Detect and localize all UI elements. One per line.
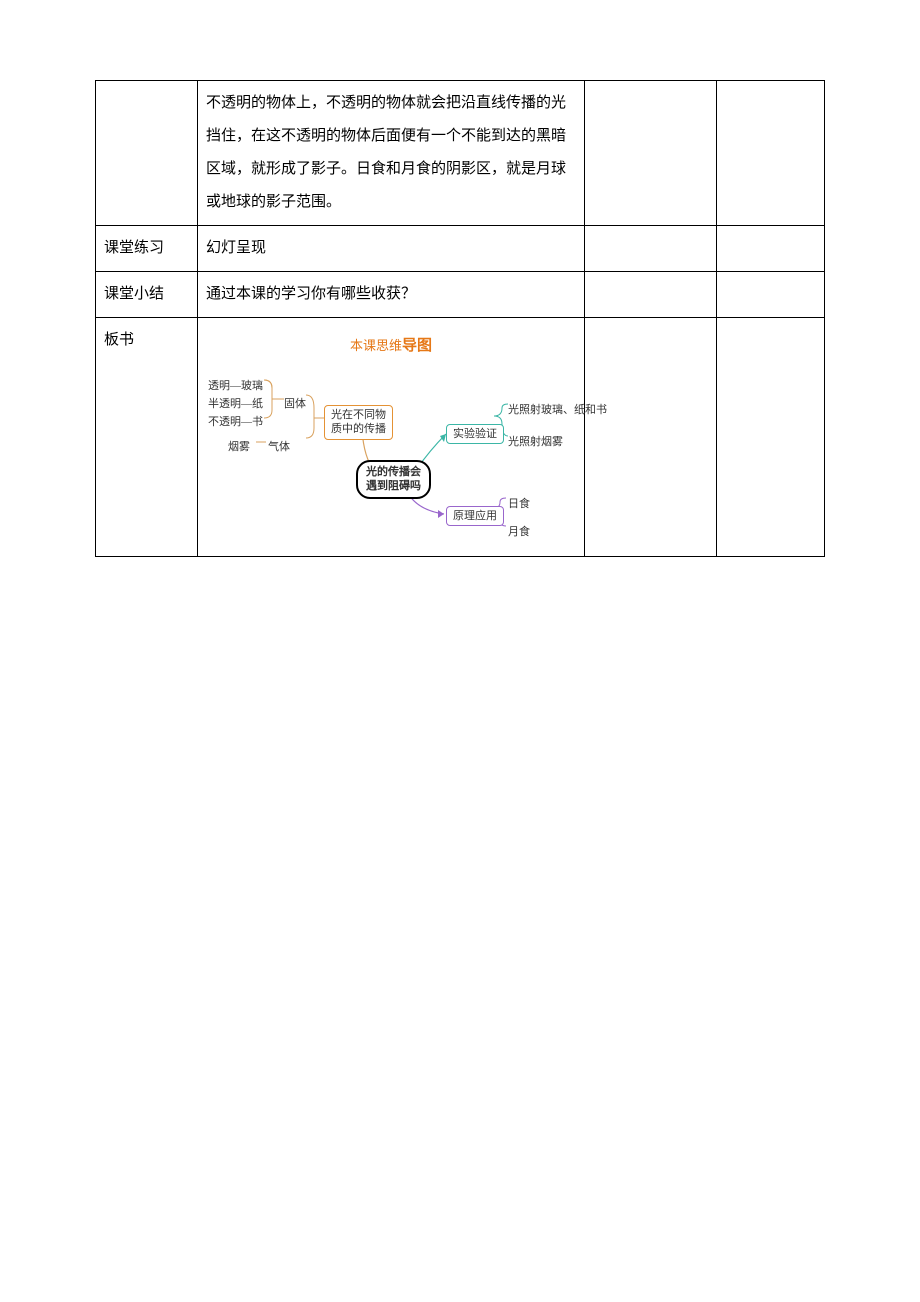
row-label: 课堂小结: [104, 286, 164, 302]
left-group-gas: 气体: [268, 435, 290, 459]
empty-cell: [717, 272, 825, 318]
row-content: 幻灯呈现: [206, 240, 266, 256]
row-content: 通过本课的学习你有哪些收获？: [206, 286, 416, 302]
title-bold: 导图: [402, 338, 432, 354]
row-content-cell: 通过本课的学习你有哪些收获？: [198, 272, 585, 318]
row-label: 板书: [104, 332, 134, 348]
mindmap-title: 本课思维导图: [206, 330, 576, 363]
empty-cell: [717, 226, 825, 272]
document-page: 不透明的物体上，不透明的物体就会把沿直线传播的光挡住，在这不透明的物体后面便有一…: [0, 0, 920, 597]
empty-cell: [717, 318, 825, 557]
table-row: 板书 本课思维导图: [96, 318, 825, 557]
right-top-item: 光照射玻璃、纸和书: [508, 398, 607, 422]
table-row: 课堂练习 幻灯呈现: [96, 226, 825, 272]
center-node: 光的传播会遇到阻碍吗: [356, 460, 431, 499]
right-top-box: 实验验证: [446, 424, 504, 444]
right-bottom-item: 月食: [508, 520, 530, 544]
empty-cell: [585, 81, 717, 226]
table-row: 不透明的物体上，不透明的物体就会把沿直线传播的光挡住，在这不透明的物体后面便有一…: [96, 81, 825, 226]
left-item-smoke: 烟雾: [228, 435, 250, 459]
row-content-cell: 幻灯呈现: [198, 226, 585, 272]
empty-cell: [585, 226, 717, 272]
mindmap-diagram: 本课思维导图: [206, 330, 576, 550]
right-bottom-item: 日食: [508, 492, 530, 516]
left-box: 光在不同物质中的传播: [324, 405, 393, 440]
empty-cell: [717, 81, 825, 226]
mindmap-cell: 本课思维导图: [198, 318, 585, 557]
row-label-cell: [96, 81, 198, 226]
right-top-item: 光照射烟雾: [508, 430, 563, 454]
row-content-cell: 不透明的物体上，不透明的物体就会把沿直线传播的光挡住，在这不透明的物体后面便有一…: [198, 81, 585, 226]
left-box-text: 光在不同物质中的传播: [331, 409, 386, 435]
right-bottom-box: 原理应用: [446, 506, 504, 526]
row-label-cell: 课堂小结: [96, 272, 198, 318]
row-label-cell: 课堂练习: [96, 226, 198, 272]
title-prefix: 本课思维: [350, 338, 402, 353]
lesson-plan-table: 不透明的物体上，不透明的物体就会把沿直线传播的光挡住，在这不透明的物体后面便有一…: [95, 80, 825, 557]
empty-cell: [585, 272, 717, 318]
left-item: 不透明—书: [208, 410, 263, 434]
empty-cell: [585, 318, 717, 557]
left-group-solid: 固体: [284, 392, 306, 416]
center-text: 光的传播会遇到阻碍吗: [366, 466, 421, 492]
row-label: 课堂练习: [104, 240, 164, 256]
row-label-cell: 板书: [96, 318, 198, 557]
row-content: 不透明的物体上，不透明的物体就会把沿直线传播的光挡住，在这不透明的物体后面便有一…: [206, 95, 566, 210]
table-row: 课堂小结 通过本课的学习你有哪些收获？: [96, 272, 825, 318]
